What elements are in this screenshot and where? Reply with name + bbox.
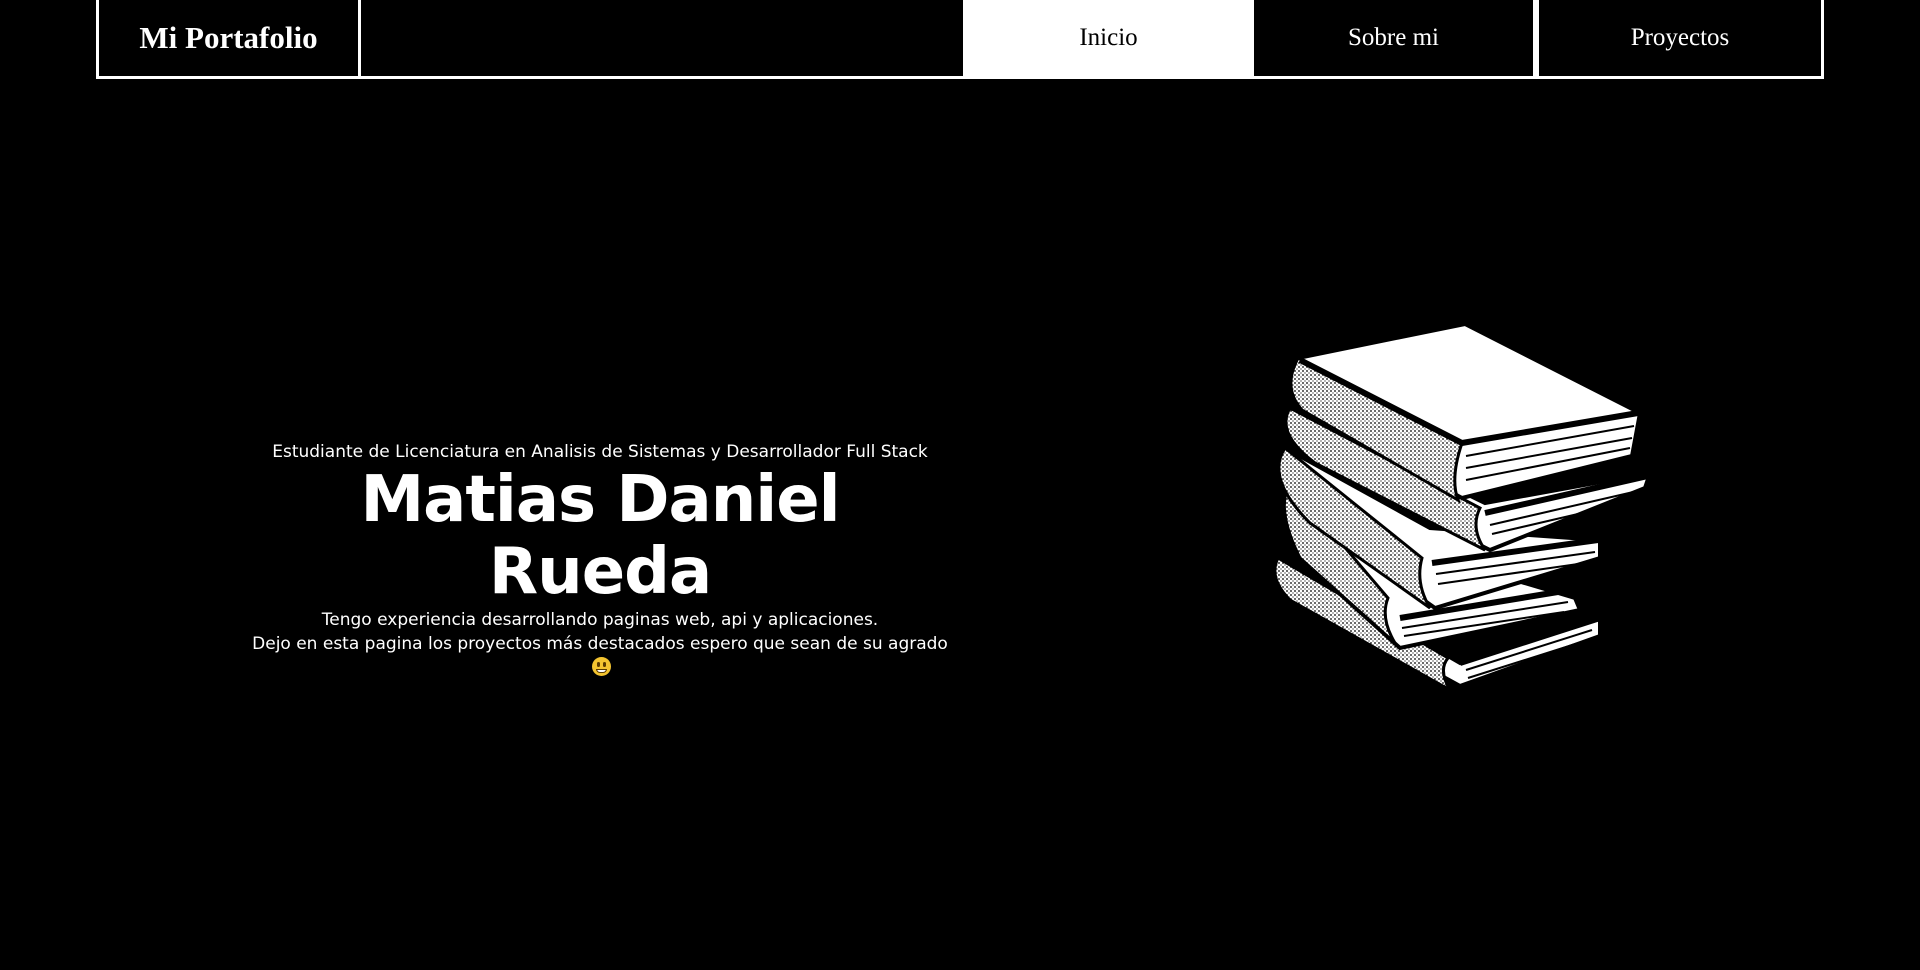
- hero-name: Matias Daniel Rueda: [360, 463, 840, 609]
- hero-description: Tengo experiencia desarrollando paginas …: [250, 608, 950, 680]
- hero-section: Estudiante de Licenciatura en Analisis d…: [250, 440, 950, 680]
- hero-description-line1: Tengo experiencia desarrollando paginas …: [321, 610, 879, 630]
- nav-item-sobre-mi[interactable]: Sobre mi: [1251, 0, 1536, 76]
- brand-logo[interactable]: Mi Portafolio: [99, 0, 361, 76]
- hero-subtitle: Estudiante de Licenciatura en Analisis d…: [272, 442, 928, 462]
- navbar: Mi Portafolio Inicio Sobre mi Proyectos: [96, 0, 1824, 79]
- grinning-face-emoji-icon: [592, 657, 611, 676]
- nav-item-proyectos[interactable]: Proyectos: [1536, 0, 1821, 76]
- nav-item-inicio[interactable]: Inicio: [963, 0, 1251, 76]
- hero-description-line2: Dejo en esta pagina los proyectos más de…: [252, 634, 948, 654]
- stack-of-books-icon: [1272, 321, 1653, 695]
